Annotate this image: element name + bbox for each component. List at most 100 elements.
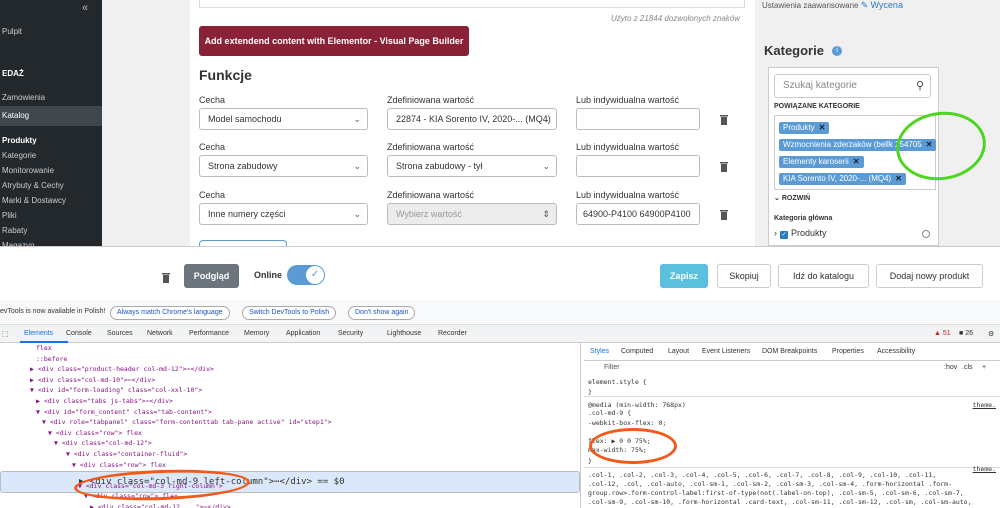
rule-separator [584,467,1000,468]
theme-link[interactable]: theme. [973,401,996,409]
warning-badge[interactable]: ▲ 51 [934,330,951,337]
sidebar-item[interactable]: EDAŻ [0,69,102,78]
category-tag: KIA Sorento IV, 2020-... (MQ4) ✕ [779,173,906,185]
chevron-right-icon[interactable]: › [774,228,777,238]
collapse-sidebar-icon[interactable]: « [82,2,88,14]
dom-node[interactable]: ▼ <div id="form-loading" class="col-xxl-… [0,386,202,394]
trash-icon[interactable] [719,209,729,220]
sidebar-item[interactable]: Pulpit [0,27,102,36]
sidebar-item[interactable]: Zamowienia [0,93,102,102]
close-icon[interactable]: ✕ [853,157,860,166]
devtools-tab[interactable]: Lighthouse [387,330,421,337]
styles-tabs: Styles Computed Layout Event Listeners DOM B… [584,343,1000,361]
sidebar-item[interactable]: Atrybuty & Cechy [0,181,102,190]
devtools-tab[interactable]: Sources [107,330,133,337]
edit-icon[interactable]: ✎ [861,0,869,10]
trash-icon[interactable] [161,272,171,283]
inspect-icon[interactable]: ⬚ [2,330,9,338]
indyw-input[interactable] [576,155,700,177]
dom-node[interactable]: ::before [0,355,67,363]
sidebar-item[interactable]: Marki & Dostawcy [0,196,102,205]
dom-node[interactable]: ▼ <div id="form_content" class="tab-cont… [0,408,212,416]
related-categories-label: POWIĄZANE KATEGORIE [774,103,860,110]
devtools-tab[interactable]: Elements [24,330,53,337]
cecha-select[interactable]: Inne numery części ⌄ [199,203,368,225]
sidebar-item[interactable]: Produkty [0,136,102,145]
styles-tab[interactable]: Layout [668,348,689,355]
indyw-input[interactable]: 64900-P4100 64900P4100 [576,203,700,225]
devtools-tab[interactable]: Recorder [438,330,467,337]
close-icon[interactable]: ✕ [819,123,826,132]
styles-filter[interactable]: Filter :hov .cls + [584,363,1000,375]
trash-icon[interactable] [719,114,729,125]
dom-node[interactable]: ▶ <div class="col-md-12 ...">⋯</div> [0,503,231,508]
error-badge[interactable]: ■ 26 [959,330,973,337]
elementor-button[interactable]: Add extendend content with Elementor - V… [199,26,469,56]
cls-toggle[interactable]: .cls [962,364,973,371]
checkbox-checked-icon[interactable]: ✓ [780,231,788,239]
main-category-item[interactable]: › ✓ Produkty [774,228,827,239]
indyw-input[interactable] [576,108,700,130]
sidebar-item[interactable]: Rabaty [0,226,102,235]
go-to-catalog-button[interactable]: Idź do katalogu [778,264,869,288]
category-tag-label: KIA Sorento IV, 2020-... (MQ4) [783,174,892,183]
category-search-input[interactable]: Szukaj kategorie ⚲ [774,74,931,98]
close-icon[interactable]: ✕ [895,174,902,183]
preview-button[interactable]: Podgląd [184,264,239,288]
switch-polish-button[interactable]: Switch DevTools to Polish [242,306,337,320]
add-rule-button[interactable]: + [982,364,986,371]
dom-node[interactable]: flex [0,344,52,352]
styles-tab[interactable]: Computed [621,348,653,355]
devtools-tab[interactable]: Memory [244,330,269,337]
dom-node[interactable]: ▼ <div class="row"> flex [0,461,166,469]
dom-node[interactable]: ▶ <div class="product-header col-md-12">… [0,365,214,373]
zdef-select[interactable]: Wybierz wartość ⇕ [387,203,557,225]
add-product-button[interactable]: Dodaj nowy produkt [876,264,983,288]
dom-node[interactable]: ▼ <div class="row"> flex [0,429,142,437]
sidebar-item[interactable]: Monitorowanie [0,166,102,175]
dont-show-button[interactable]: Don't show again [348,306,416,320]
action-bar: Podgląd Online ✓ Zapisz Skopiuj Idź do k… [0,246,1000,300]
devtools-tab[interactable]: Performance [189,330,229,337]
zdef-select-value: Wybierz wartość [396,209,462,219]
devtools-tab[interactable]: Console [66,330,92,337]
styles-tab[interactable]: Event Listeners [702,348,750,355]
trash-icon[interactable] [719,161,729,172]
expand-toggle[interactable]: ⌄ ROZWIŃ [774,194,810,202]
main-category-radio[interactable] [922,230,930,238]
dom-node[interactable]: ▶ <div class="tabs js-tabs">⋯</div> [0,397,173,405]
sidebar-item[interactable]: Katalog [0,106,102,126]
styles-tab[interactable]: Accessibility [877,348,915,355]
match-language-button[interactable]: Always match Chrome's language [110,306,230,320]
theme-link[interactable]: theme. [973,465,996,473]
panel-divider[interactable] [580,343,581,508]
online-toggle[interactable]: ✓ [287,265,325,285]
info-icon[interactable]: i [832,46,842,56]
cecha-select[interactable]: Model samochodu ⌄ [199,108,368,130]
error-count: 26 [965,330,973,337]
gear-icon[interactable]: ⚙ [988,330,994,338]
dom-node[interactable]: ▼ <div role="tabpanel" class="form-conte… [0,418,332,426]
hov-toggle[interactable]: :hov [944,364,957,371]
sidebar-item[interactable]: Pliki [0,211,102,220]
devtools-tab[interactable]: Security [338,330,363,337]
devtools-tab[interactable]: Application [286,330,320,337]
dom-node[interactable]: ▶ <div class="col-md-10">⋯</div> [0,376,155,384]
copy-button[interactable]: Skopiuj [717,264,771,288]
save-button[interactable]: Zapisz [660,264,708,288]
description-editor[interactable] [199,0,745,8]
zdef-select[interactable]: Strona zabudowy - tył ⌄ [387,155,557,177]
dom-node[interactable]: ▼ <div class="container-fluid"> [0,450,187,458]
zdef-select[interactable]: 22874 - KIA Sorento IV, 2020-... (MQ4) ⌄ [387,108,557,130]
warning-icon: ▲ [934,330,941,337]
wycena-link[interactable]: Wycena [871,0,903,10]
devtools-tab[interactable]: Network [147,330,173,337]
dom-node[interactable]: ▼ <div class="col-md-12"> [0,439,152,447]
indyw-label: Lub indywidualna wartość [576,190,680,200]
cecha-select[interactable]: Strona zabudowy ⌄ [199,155,368,177]
sidebar-item[interactable]: Kategorie [0,151,102,160]
styles-tab[interactable]: Styles [590,348,609,355]
styles-tab[interactable]: DOM Breakpoints [762,348,817,355]
orange-highlight-style [589,428,677,464]
styles-tab[interactable]: Properties [832,348,864,355]
